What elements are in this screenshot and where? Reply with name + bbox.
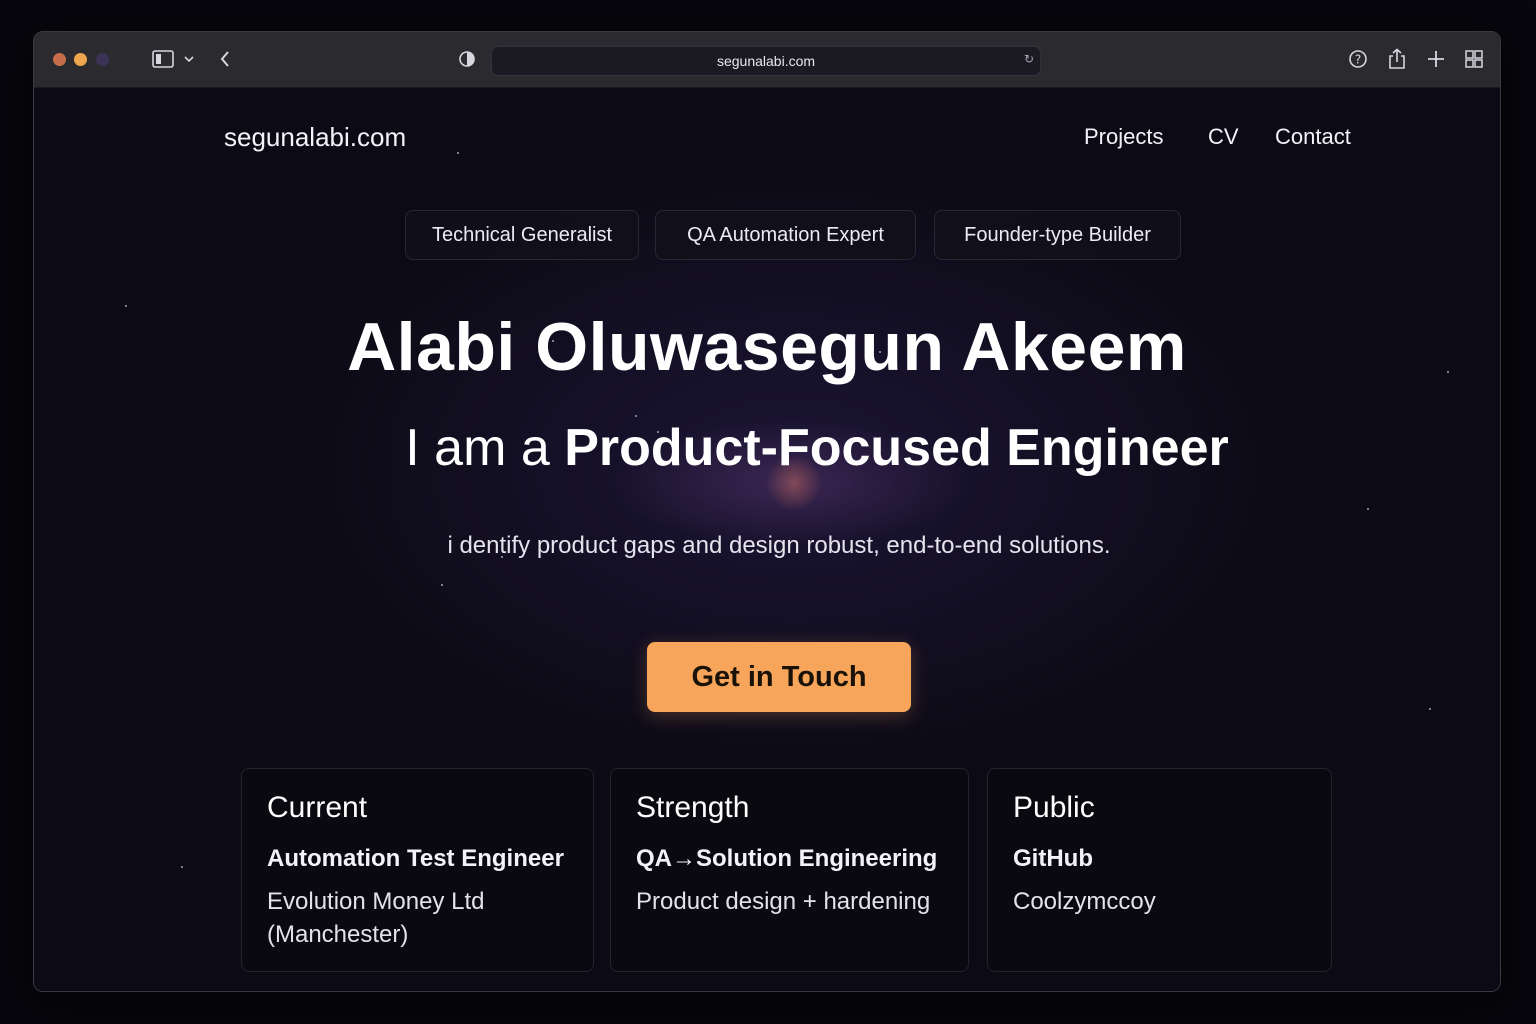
star-decoration bbox=[125, 305, 127, 307]
info-card-current: Current Automation Test Engineer Evoluti… bbox=[241, 768, 594, 972]
card-title: Strength bbox=[636, 791, 750, 824]
star-decoration bbox=[1367, 508, 1369, 510]
github-username[interactable]: Coolzymccoy bbox=[1013, 885, 1306, 918]
github-link[interactable]: GitHub bbox=[1013, 845, 1306, 873]
hero-name: Alabi Oluwasegun Akeem bbox=[347, 309, 1187, 385]
get-in-touch-button[interactable]: Get in Touch bbox=[647, 642, 911, 712]
hero-role: I am a Product-Focused Engineer bbox=[34, 418, 1500, 478]
card-title: Current bbox=[267, 791, 368, 824]
reload-icon[interactable]: ↻ bbox=[1024, 52, 1034, 66]
star-decoration bbox=[635, 415, 637, 417]
privacy-shield-icon[interactable] bbox=[458, 48, 476, 70]
help-icon[interactable]: ? bbox=[1348, 48, 1368, 70]
page-content: segunalabi.com Projects CV Contact Techn… bbox=[34, 88, 1500, 991]
new-tab-icon[interactable] bbox=[1427, 48, 1445, 70]
hero-tagline: i dentify product gaps and design robust… bbox=[447, 532, 1111, 559]
browser-window: segunalabi.com ↻ ? segunalabi.com Projec bbox=[33, 31, 1501, 992]
address-bar[interactable]: segunalabi.com ↻ bbox=[491, 46, 1041, 76]
browser-toolbar: segunalabi.com ↻ ? bbox=[34, 32, 1500, 88]
nav-contact[interactable]: Contact bbox=[1275, 124, 1351, 150]
tab-overview-icon[interactable] bbox=[1465, 48, 1483, 70]
zoom-window-button[interactable] bbox=[96, 53, 109, 66]
close-window-button[interactable] bbox=[53, 53, 66, 66]
role-pill: Technical Generalist bbox=[405, 210, 639, 260]
chevron-down-icon[interactable] bbox=[184, 48, 194, 70]
nav-cv[interactable]: CV bbox=[1208, 124, 1239, 150]
url-text: segunalabi.com bbox=[716, 53, 816, 69]
star-decoration bbox=[441, 584, 443, 586]
star-decoration bbox=[181, 866, 183, 868]
nav-projects[interactable]: Projects bbox=[1084, 124, 1163, 150]
share-icon[interactable] bbox=[1388, 48, 1406, 70]
card-primary: Automation Test Engineer bbox=[267, 845, 564, 872]
sidebar-toggle-icon[interactable] bbox=[152, 48, 174, 70]
star-decoration bbox=[1429, 708, 1431, 710]
card-secondary: Product design + hardening bbox=[636, 888, 931, 915]
card-title: Public bbox=[1013, 791, 1095, 824]
site-logo[interactable]: segunalabi.com bbox=[224, 122, 406, 153]
card-secondary: Evolution Money Ltd (Manchester) bbox=[267, 888, 485, 948]
svg-text:?: ? bbox=[1355, 53, 1361, 67]
minimize-window-button[interactable] bbox=[74, 53, 87, 66]
hero-role-highlight: Product-Focused Engineer bbox=[564, 419, 1229, 477]
role-pill: QA Automation Expert bbox=[655, 210, 916, 260]
role-pill: Founder-type Builder bbox=[934, 210, 1181, 260]
back-icon[interactable] bbox=[219, 48, 231, 70]
card-primary: QA→Solution Engineering bbox=[636, 845, 938, 872]
hero-role-prefix: I am a bbox=[405, 419, 550, 477]
info-card-strength: Strength QA→Solution Engineering Product… bbox=[610, 768, 969, 972]
star-decoration bbox=[457, 152, 459, 154]
info-card-public[interactable]: Public GitHub Coolzymccoy bbox=[987, 768, 1332, 972]
